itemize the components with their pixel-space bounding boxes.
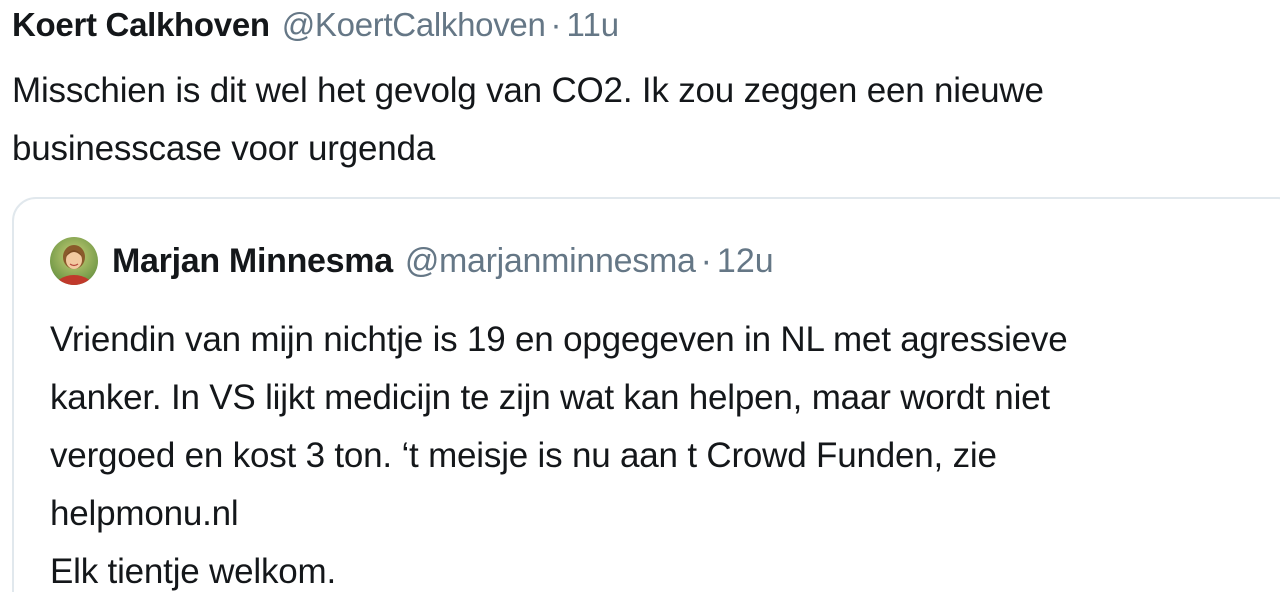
- author-handle[interactable]: @KoertCalkhoven: [282, 6, 546, 44]
- separator-dot: ·: [550, 6, 562, 43]
- avatar[interactable]: [50, 237, 98, 285]
- quoted-text-line: Elk tientje welkom.: [50, 552, 337, 591]
- quoted-tweet-header: Marjan Minnesma @marjanminnesma · 12u: [50, 237, 774, 285]
- tweet-header: Koert Calkhoven @KoertCalkhoven · 11u: [12, 6, 619, 50]
- quoted-tweet-text: Vriendin van mijn nichtje is 19 en opgeg…: [50, 311, 1280, 592]
- quoted-text-line: Vriendin van mijn nichtje is 19 en opgeg…: [50, 320, 1068, 359]
- quoted-text-line: vergoed en kost 3 ton. ‘t meisje is nu a…: [50, 436, 997, 475]
- quoted-text-line: kanker. In VS lijkt medicijn te zijn wat…: [50, 378, 1050, 417]
- profile-photo-icon: [50, 237, 98, 285]
- quoted-text-link-line: helpmonu.nl: [50, 494, 239, 533]
- quoted-author-handle[interactable]: @marjanminnesma: [405, 242, 696, 281]
- quoted-tweet-timestamp[interactable]: 12u: [717, 242, 774, 281]
- tweet[interactable]: Koert Calkhoven @KoertCalkhoven · 11u Mi…: [0, 0, 1280, 592]
- separator-dot: ·: [700, 241, 712, 280]
- tweet-timestamp[interactable]: 11u: [567, 6, 620, 44]
- tweet-text-line: Misschien is dit wel het gevolg van CO2.…: [12, 71, 1044, 110]
- quoted-tweet-card[interactable]: Marjan Minnesma @marjanminnesma · 12u Vr…: [12, 197, 1280, 592]
- quoted-author-name[interactable]: Marjan Minnesma: [112, 242, 393, 281]
- author-name[interactable]: Koert Calkhoven: [12, 6, 270, 44]
- tweet-text-line: businesscase voor urgenda: [12, 129, 436, 168]
- tweet-text: Misschien is dit wel het gevolg van CO2.…: [12, 62, 1272, 178]
